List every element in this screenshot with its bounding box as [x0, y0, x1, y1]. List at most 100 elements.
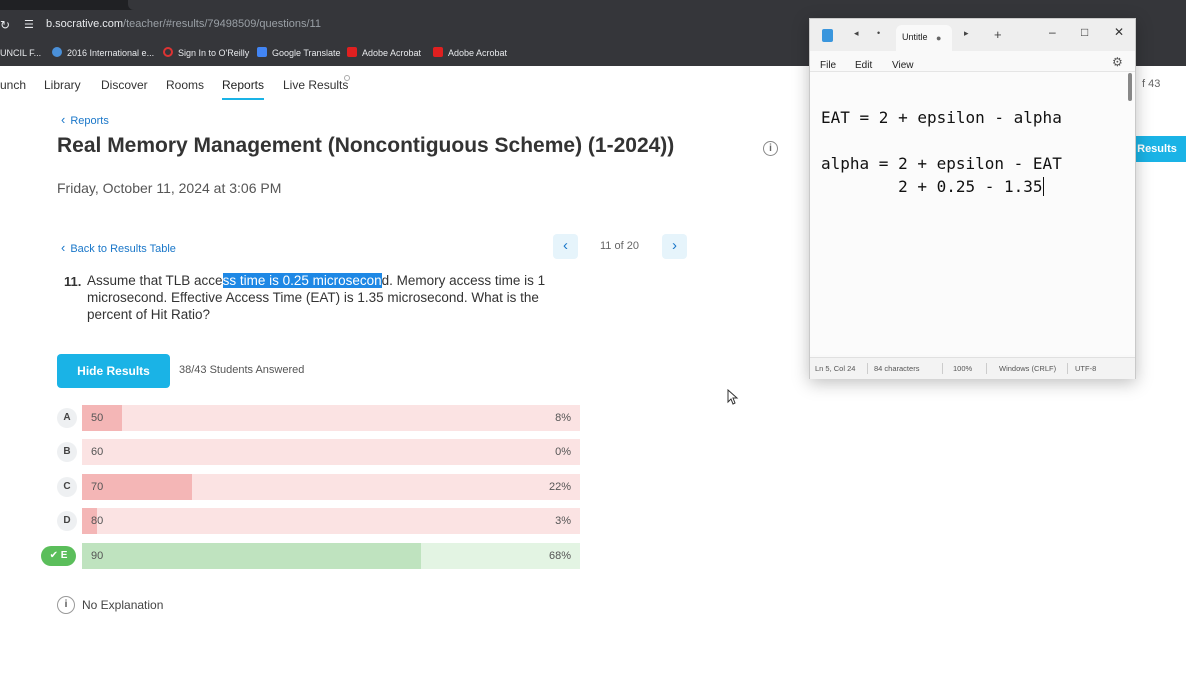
status-divider [867, 363, 868, 374]
answer-row: D 80 3% [0, 508, 590, 534]
scrollbar-thumb[interactable] [1128, 73, 1132, 101]
hide-results-button[interactable]: Hide Results [57, 354, 170, 388]
bookmark-label: Adobe Acrobat [448, 48, 508, 58]
students-answered: 38/43 Students Answered [179, 364, 305, 376]
menu-view[interactable]: View [892, 60, 914, 71]
answer-bar: 60 0% [82, 439, 580, 465]
chevron-right-icon: › [672, 237, 677, 254]
status-divider [942, 363, 943, 374]
back-to-results-table-link[interactable]: ‹ Back to Results Table [61, 240, 176, 255]
answer-value: 90 [91, 550, 104, 562]
selected-text: ss time is 0.25 microsecon [222, 273, 382, 288]
editor-line-current: 2 + 0.25 - 1.35 [821, 177, 1044, 196]
answer-bar: 80 3% [82, 508, 580, 534]
url-host: b.socrative.com [46, 18, 124, 30]
translate-icon [257, 47, 267, 57]
notepad-titlebar[interactable]: ◂ • Untitle ● ▸ + – □ ✕ [810, 19, 1135, 51]
scroll-tabs-left-icon[interactable]: ◂ [854, 28, 859, 39]
site-settings-icon[interactable]: ☰ [24, 18, 38, 32]
editor-line: alpha = 2 + epsilon - EAT [821, 154, 1062, 173]
bookmark-item[interactable]: UNCIL F... [0, 46, 41, 60]
new-tab-icon[interactable]: + [994, 27, 1002, 42]
answer-letter: A [57, 408, 77, 428]
url-path: /teacher/#results/79498509/questions/11 [123, 18, 321, 30]
answer-percent: 22% [548, 481, 571, 493]
screen: ↻ ☰ b.socrative.com/teacher/#results/794… [0, 0, 1186, 696]
status-cursor-position: Ln 5, Col 24 [815, 364, 856, 373]
editor-line-text: 2 + 0.25 - 1.35 [821, 177, 1043, 196]
answer-bar: 90 68% [82, 543, 580, 569]
editor-line: EAT = 2 + epsilon - alpha [821, 108, 1062, 127]
minimize-icon[interactable]: – [1049, 25, 1056, 39]
room-count: f 43 [1142, 78, 1161, 90]
chevron-left-icon: ‹ [61, 112, 66, 127]
gear-icon[interactable]: ⚙ [1112, 55, 1123, 69]
status-character-count: 84 characters [874, 364, 920, 373]
back-to-reports-label: Reports [70, 115, 109, 127]
results-button[interactable]: Results [1128, 136, 1186, 162]
answer-bar: 70 22% [82, 474, 580, 500]
previous-question-button[interactable]: ‹ [553, 234, 578, 259]
bookmark-item[interactable]: Google Translate [257, 46, 341, 60]
checkmark-icon: ✔ [49, 550, 58, 561]
notepad-app-icon [822, 29, 833, 42]
tab-list-dot-icon[interactable]: • [877, 28, 880, 38]
globe-icon [52, 47, 62, 57]
bookmark-label: Sign In to O'Reilly [178, 48, 250, 58]
status-line-ending[interactable]: Windows (CRLF) [999, 364, 1056, 373]
menu-edit[interactable]: Edit [855, 60, 872, 71]
notepad-window[interactable]: ◂ • Untitle ● ▸ + – □ ✕ File Edit View ⚙… [809, 18, 1136, 379]
answer-letter: C [57, 477, 77, 497]
close-icon[interactable]: ✕ [1114, 25, 1124, 39]
acrobat-icon [433, 47, 443, 57]
notepad-tab[interactable]: Untitle ● [896, 25, 952, 51]
chevron-left-icon: ‹ [61, 240, 66, 255]
answer-value: 80 [91, 515, 104, 527]
browser-active-tab[interactable] [128, 0, 1186, 10]
answer-row-correct: ✔ E 90 68% [0, 543, 590, 569]
answer-value: 60 [91, 446, 104, 458]
address-bar[interactable]: b.socrative.com/teacher/#results/7949850… [46, 18, 321, 30]
answer-percent: 68% [548, 550, 571, 562]
bookmark-item[interactable]: 2016 International e... [52, 46, 154, 60]
reload-icon[interactable]: ↻ [0, 18, 12, 32]
maximize-icon[interactable]: □ [1081, 25, 1088, 39]
back-to-results-table-label: Back to Results Table [70, 243, 176, 255]
status-divider [1067, 363, 1068, 374]
answer-bar: 50 8% [82, 405, 580, 431]
notepad-status-bar: Ln 5, Col 24 84 characters 100% Windows … [810, 357, 1135, 379]
nav-item-reports[interactable]: Reports [222, 78, 265, 100]
unsaved-dot-icon[interactable]: ● [936, 33, 941, 43]
bookmark-label: Adobe Acrobat [362, 48, 422, 58]
answer-percent: 8% [555, 412, 571, 424]
nav-item-launch[interactable]: unch [0, 78, 26, 92]
bookmark-item[interactable]: Adobe Acrobat [433, 46, 507, 60]
answer-letter: B [57, 442, 77, 462]
answer-letter: E [60, 550, 68, 561]
next-question-button[interactable]: › [662, 234, 687, 259]
bookmark-label: UNCIL F... [0, 48, 42, 58]
acrobat-icon [347, 47, 357, 57]
notepad-tab-title: Untitle [902, 32, 928, 42]
bookmark-item[interactable]: Adobe Acrobat [347, 46, 421, 60]
menu-file[interactable]: File [820, 60, 836, 71]
chevron-left-icon: ‹ [563, 237, 568, 254]
nav-item-discover[interactable]: Discover [101, 78, 148, 92]
nav-item-library[interactable]: Library [44, 78, 81, 92]
status-encoding[interactable]: UTF-8 [1075, 364, 1096, 373]
notepad-text-area[interactable]: EAT = 2 + epsilon - alpha alpha = 2 + ep… [810, 71, 1135, 355]
nav-item-live-results[interactable]: Live Results [283, 78, 348, 92]
answer-row: A 50 8% [0, 405, 590, 431]
scroll-tabs-right-icon[interactable]: ▸ [964, 28, 969, 39]
status-zoom[interactable]: 100% [953, 364, 972, 373]
info-icon[interactable]: i [763, 141, 778, 156]
bookmark-item[interactable]: Sign In to O'Reilly [163, 46, 249, 60]
answer-row: B 60 0% [0, 439, 590, 465]
nav-item-rooms[interactable]: Rooms [166, 78, 204, 92]
question-pager: 11 of 20 [600, 240, 639, 252]
page-title: Real Memory Management (Noncontiguous Sc… [57, 134, 675, 157]
back-to-reports-link[interactable]: ‹ Reports [61, 112, 109, 127]
question-number: 11. [64, 274, 82, 289]
answer-letter: D [57, 511, 77, 531]
info-icon: i [57, 596, 75, 614]
